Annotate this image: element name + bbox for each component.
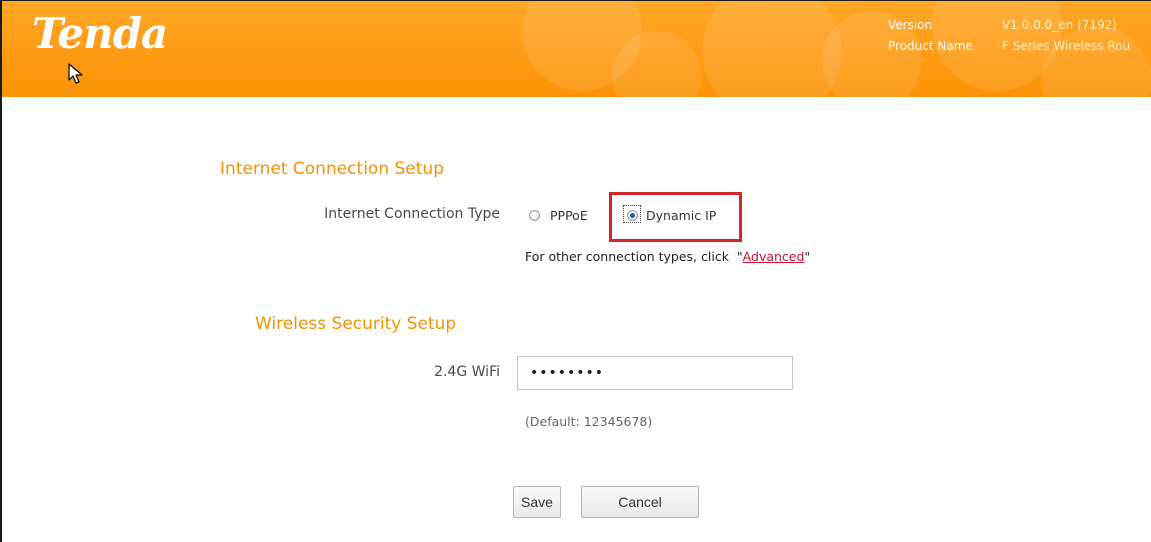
mouse-pointer-icon (68, 63, 83, 84)
version-row: Version V1.0.0.0_en (7192) (888, 15, 1130, 36)
tenda-logo: Tenda (32, 9, 168, 58)
advanced-hint-text: For other connection types, click (525, 249, 729, 264)
version-value: V1.0.0.0_en (7192) (1002, 18, 1117, 32)
version-label: Version (888, 18, 933, 32)
pppoe-radio[interactable] (529, 210, 540, 221)
pppoe-label[interactable]: PPPoE (550, 208, 588, 223)
wifi-label: 2.4G WiFi (434, 364, 500, 380)
quote-close: " (804, 249, 811, 264)
pppoe-option[interactable]: PPPoE (529, 208, 588, 223)
product-name-label: Product Name (888, 39, 973, 53)
product-name-row: Product Name F Series Wireless Rou (888, 36, 1130, 57)
default-password-note: (Default: 12345678) (525, 414, 653, 429)
product-info: Version V1.0.0.0_en (7192) Product Name … (888, 15, 1130, 57)
internet-setup-title: Internet Connection Setup (220, 159, 444, 179)
highlight-annotation-box (609, 192, 742, 242)
wireless-setup-title: Wireless Security Setup (255, 314, 457, 334)
wifi-password-input[interactable] (517, 356, 793, 390)
header-banner: Tenda Version V1.0.0.0_en (7192) Product… (2, 1, 1151, 97)
advanced-link[interactable]: Advanced (743, 249, 805, 264)
router-setup-page: Tenda Version V1.0.0.0_en (7192) Product… (0, 0, 1151, 542)
advanced-hint: For other connection types, click "Advan… (525, 249, 810, 264)
banner-decoration (702, 1, 842, 97)
save-button[interactable]: Save (513, 486, 561, 518)
cancel-button[interactable]: Cancel (581, 486, 699, 518)
connection-type-label: Internet Connection Type (324, 206, 500, 222)
product-name-value: F Series Wireless Rou (1002, 39, 1131, 53)
